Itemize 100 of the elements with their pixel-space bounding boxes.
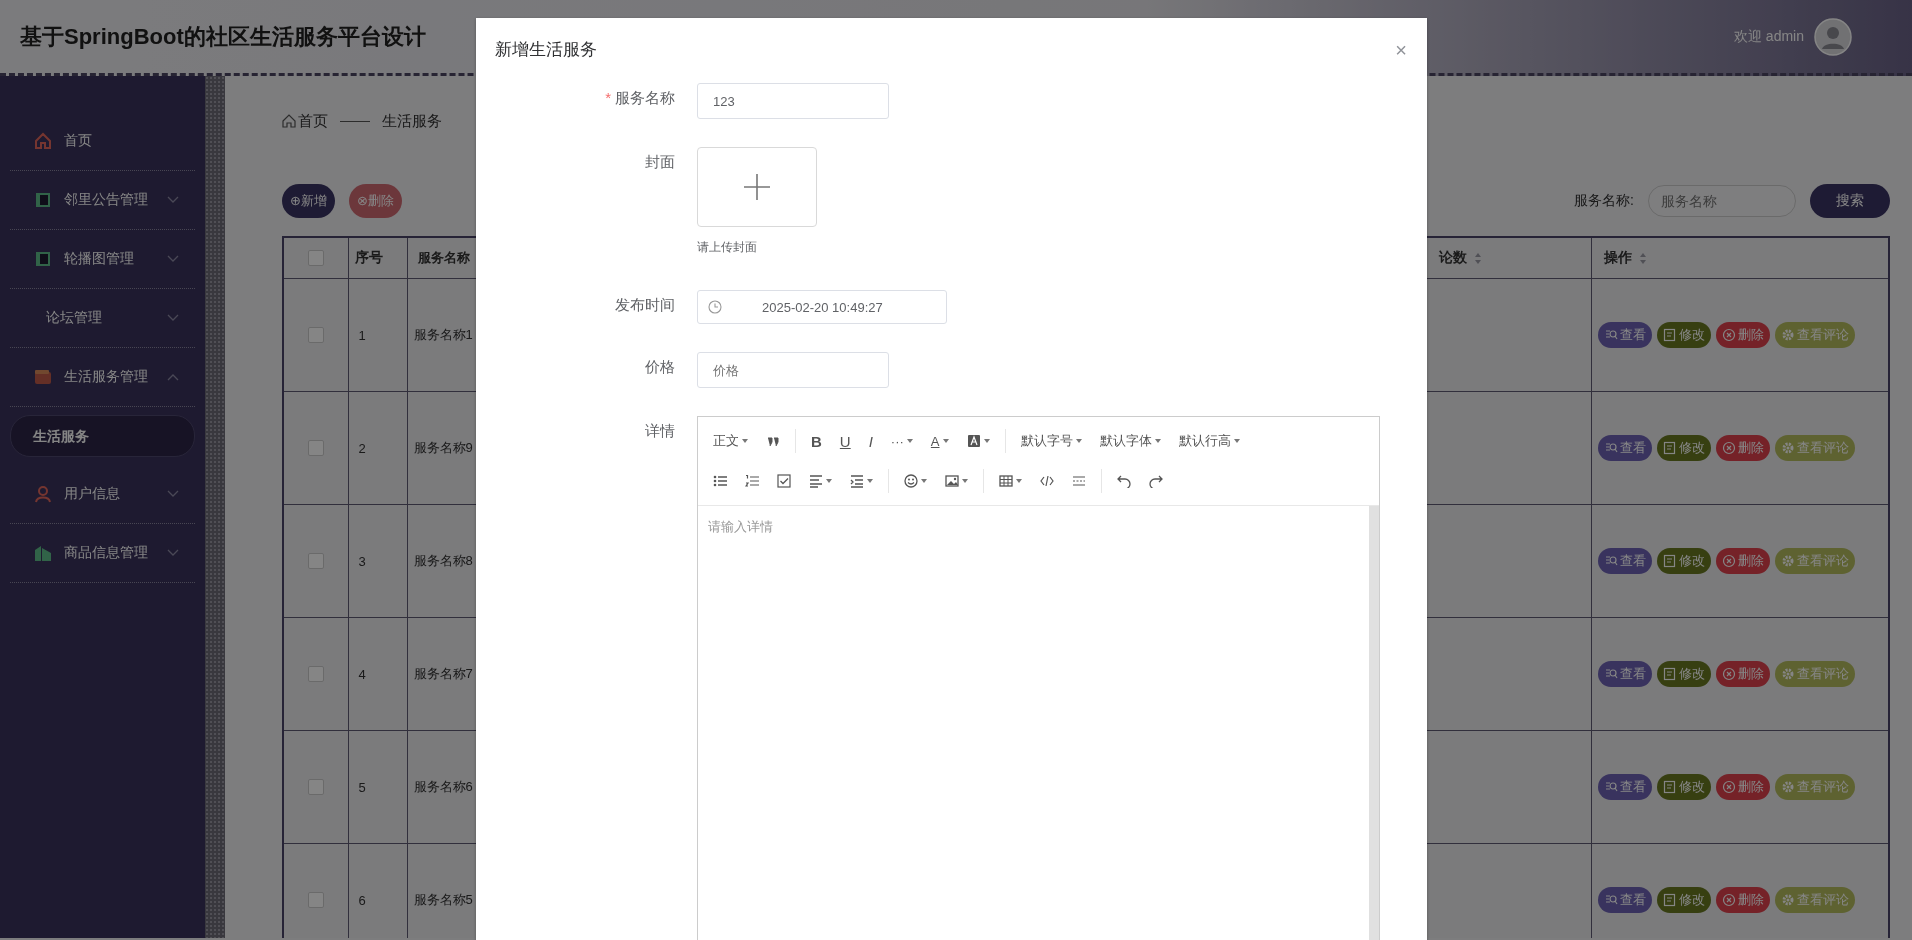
table-cell: 服务名称5	[413, 892, 473, 907]
avatar-icon[interactable]	[1814, 17, 1852, 56]
checkbox[interactable]	[307, 250, 324, 266]
checkbox[interactable]	[307, 779, 324, 795]
dropdown-button[interactable]: A	[923, 429, 956, 453]
table-cell: 4	[358, 666, 366, 682]
close-button[interactable]: ×	[1395, 39, 1407, 60]
delete-button[interactable]: 删除	[1715, 661, 1770, 687]
app-title: 基于SpringBoot的社区生活服务平台设计	[20, 22, 426, 51]
numbered-list-icon	[745, 474, 759, 488]
dropdown-button[interactable]: 默认字号	[1013, 428, 1089, 454]
align-icon	[809, 474, 823, 488]
comments-button[interactable]: 查看评论	[1774, 887, 1855, 913]
dropdown-button[interactable]: 默认字体	[1092, 428, 1168, 454]
delete-button[interactable]: 删除	[1715, 774, 1770, 800]
gear-icon	[1780, 554, 1795, 568]
caret-icon	[942, 439, 949, 443]
datetime-field[interactable]: 2025-02-20 10:49:27	[697, 290, 947, 324]
view-button[interactable]: 查看	[1597, 322, 1652, 348]
edit-button[interactable]: 修改	[1656, 887, 1711, 913]
delete-button[interactable]: ⊗删除	[348, 184, 402, 218]
edit-button[interactable]: 修改	[1656, 548, 1711, 574]
comments-button[interactable]: 查看评论	[1774, 774, 1855, 800]
view-icon	[1603, 441, 1618, 455]
sidebar-subitem[interactable]: 生活服务	[10, 415, 195, 457]
table-cell: 服务名称7	[413, 666, 473, 681]
table-cell: 6	[358, 892, 366, 908]
sort-icon[interactable]	[1637, 251, 1648, 265]
checkbox[interactable]	[307, 327, 324, 343]
format-button[interactable]: B	[804, 428, 829, 454]
code-icon	[1040, 474, 1054, 488]
view-button[interactable]: 查看	[1597, 661, 1652, 687]
editor-area[interactable]: 请输入详情	[698, 506, 1369, 940]
sidebar-item[interactable]: 邻里公告管理	[10, 171, 195, 230]
dropdown-button[interactable]: 正文	[706, 428, 755, 454]
search-label: 服务名称:	[1574, 192, 1634, 210]
column-header[interactable]: 服务名称	[417, 249, 470, 267]
redo-icon	[1149, 474, 1163, 488]
checkbox[interactable]	[307, 440, 324, 456]
checkbox[interactable]	[307, 666, 324, 682]
edit-button[interactable]: 修改	[1656, 322, 1711, 348]
caret-icon	[1016, 479, 1022, 483]
table-icon	[999, 474, 1013, 488]
view-icon	[1603, 667, 1618, 681]
gear-icon	[1780, 667, 1795, 681]
search-field[interactable]: 服务名称	[1648, 185, 1796, 217]
delete-button[interactable]: 删除	[1715, 548, 1770, 574]
sidebar-item[interactable]: 用户信息	[10, 465, 195, 524]
edit-button[interactable]: 修改	[1656, 435, 1711, 461]
emoji-icon	[904, 474, 918, 488]
view-button[interactable]: 查看	[1597, 774, 1652, 800]
format-button[interactable]: U	[832, 428, 858, 454]
scrollbar[interactable]	[1369, 506, 1379, 940]
delete-icon	[1721, 893, 1736, 907]
book-icon	[34, 191, 52, 209]
field-label: 封面	[645, 152, 675, 172]
view-button[interactable]: 查看	[1597, 887, 1652, 913]
edit-button[interactable]: 修改	[1656, 774, 1711, 800]
column-header[interactable]: 操作	[1603, 249, 1632, 267]
sidebar-item[interactable]: 商品信息管理	[10, 524, 195, 583]
column-header[interactable]: 论数	[1438, 249, 1467, 267]
input-field[interactable]: 价格	[697, 352, 889, 388]
view-icon	[1603, 328, 1618, 342]
upload-hint: 请上传封面	[697, 239, 758, 256]
dropdown-button[interactable]: ···	[883, 429, 920, 453]
sort-icon[interactable]	[1472, 251, 1483, 265]
delete-button[interactable]: 删除	[1715, 887, 1770, 913]
edit-icon	[1662, 893, 1677, 907]
view-button[interactable]: 查看	[1597, 548, 1652, 574]
view-icon	[1603, 893, 1618, 907]
sidebar-item[interactable]: 生活服务管理	[10, 348, 195, 407]
search-button[interactable]: 搜索	[1810, 184, 1890, 218]
plus-icon	[743, 173, 771, 201]
sidebar-item[interactable]: 轮播图管理	[10, 230, 195, 289]
comments-button[interactable]: 查看评论	[1774, 548, 1855, 574]
delete-button[interactable]: 删除	[1715, 322, 1770, 348]
gear-icon	[1780, 328, 1795, 342]
breadcrumb-link[interactable]: 首页	[282, 111, 328, 131]
sidebar-item[interactable]: 论坛管理	[10, 289, 195, 348]
edit-button[interactable]: 修改	[1656, 661, 1711, 687]
divider-icon	[1072, 474, 1086, 488]
input-field[interactable]: 123	[697, 83, 889, 119]
checkbox[interactable]	[307, 553, 324, 569]
comments-button[interactable]: 查看评论	[1774, 322, 1855, 348]
view-button[interactable]: 查看	[1597, 435, 1652, 461]
image-icon	[945, 474, 959, 488]
comments-button[interactable]: 查看评论	[1774, 661, 1855, 687]
book-icon	[34, 250, 52, 268]
checkbox[interactable]	[307, 892, 324, 908]
delete-button[interactable]: 删除	[1715, 435, 1770, 461]
comments-button[interactable]: 查看评论	[1774, 435, 1855, 461]
format-button[interactable]: I	[861, 428, 880, 454]
table-cell: 5	[358, 779, 366, 795]
dropdown-button[interactable]: 默认行高	[1171, 428, 1247, 454]
caret-icon	[867, 479, 873, 483]
add-button[interactable]: ⊕新增	[282, 184, 335, 218]
sidebar-item[interactable]: 首页	[10, 112, 195, 171]
dialog-title: 新增生活服务	[495, 39, 597, 61]
delete-icon	[1721, 441, 1736, 455]
caret-icon	[826, 479, 832, 483]
